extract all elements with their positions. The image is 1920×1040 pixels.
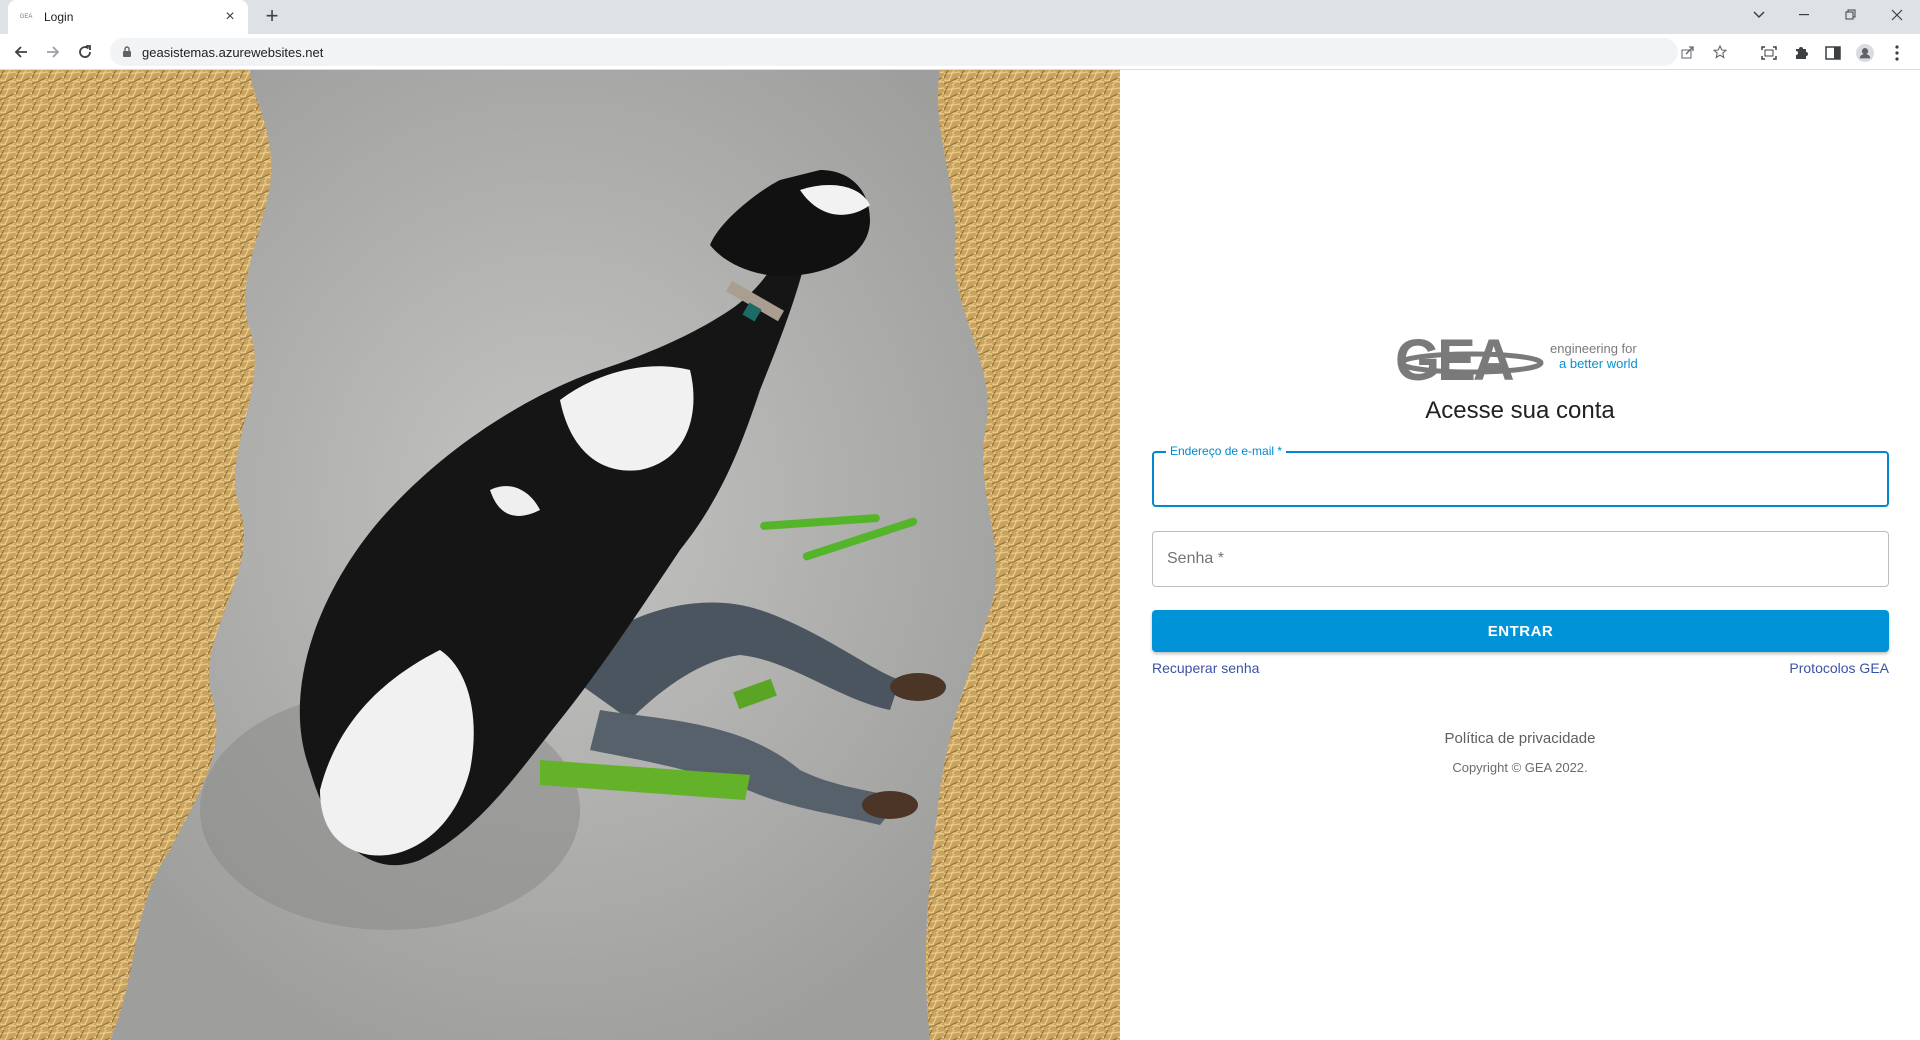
minimize-icon[interactable]: [1782, 0, 1828, 30]
login-page: GEA engineering for a better world Acess…: [0, 70, 1920, 1040]
profile-avatar-icon[interactable]: [1856, 44, 1874, 62]
password-field[interactable]: Senha *: [1152, 531, 1889, 587]
browser-toolbar: geasistemas.azurewebsites.net: [0, 34, 1920, 70]
browser-tab[interactable]: GEA Login ×: [8, 0, 248, 34]
tab-search-icon[interactable]: [1736, 0, 1782, 30]
email-field-label: Endereço de e-mail *: [1166, 444, 1287, 458]
lock-icon[interactable]: [120, 45, 134, 59]
back-arrow-icon[interactable]: [9, 40, 33, 64]
logo-tagline-line2: a better world: [1559, 356, 1638, 371]
browser-tab-strip: GEA Login × +: [0, 0, 1920, 34]
kebab-menu-icon[interactable]: [1888, 44, 1906, 62]
privacy-policy-link[interactable]: Política de privacidade: [1120, 730, 1920, 747]
close-tab-icon[interactable]: ×: [222, 9, 238, 25]
screen-capture-icon[interactable]: [1760, 44, 1778, 62]
login-button[interactable]: ENTRAR: [1152, 610, 1889, 652]
tab-title: Login: [44, 10, 74, 24]
login-panel: GEA engineering for a better world Acess…: [1120, 70, 1920, 1040]
email-field[interactable]: Endereço de e-mail *: [1152, 444, 1889, 507]
gea-protocols-link[interactable]: Protocolos GEA: [1789, 660, 1889, 676]
copyright-text: Copyright © GEA 2022.: [1452, 760, 1588, 775]
reload-icon[interactable]: [73, 40, 97, 64]
forward-arrow-icon[interactable]: [41, 40, 65, 64]
address-bar[interactable]: geasistemas.azurewebsites.net: [110, 38, 1727, 66]
url-text: geasistemas.azurewebsites.net: [142, 44, 324, 60]
gea-logo: GEA engineering for a better world: [1393, 328, 1663, 393]
share-icon[interactable]: [1680, 44, 1696, 60]
new-tab-icon[interactable]: +: [260, 5, 284, 29]
logo-wordmark: GEA: [1395, 328, 1514, 388]
star-icon[interactable]: [1712, 44, 1728, 60]
close-window-icon[interactable]: [1874, 0, 1920, 30]
logo-tagline-line1: engineering for: [1550, 341, 1637, 356]
puzzle-icon[interactable]: [1792, 44, 1810, 62]
page-title: Acesse sua conta: [1425, 397, 1615, 424]
hero-image: [0, 70, 1120, 1040]
side-panel-icon[interactable]: [1824, 44, 1842, 62]
restore-icon[interactable]: [1828, 0, 1874, 30]
gea-favicon-icon: GEA: [19, 14, 33, 20]
password-input[interactable]: [1153, 532, 1888, 586]
password-field-label: Senha *: [1167, 550, 1224, 567]
email-input[interactable]: [1154, 453, 1887, 505]
recover-password-link[interactable]: Recuperar senha: [1152, 660, 1259, 676]
